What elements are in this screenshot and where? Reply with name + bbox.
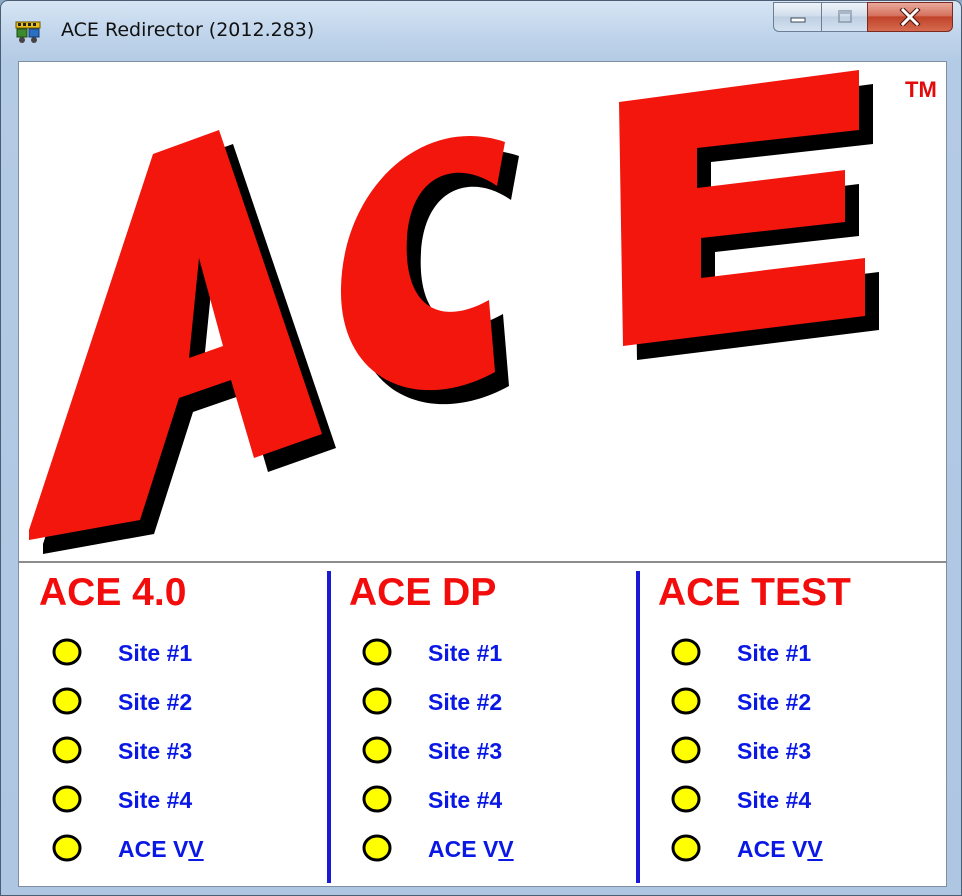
site-columns: ACE 4.0 Site #1 Site #2 Site #3 Site #4	[19, 563, 946, 886]
ace-vv-accelerator: V	[498, 836, 514, 862]
client-area: TM ACE 4.0 Site #1 Site #2 Site #3 Site …	[18, 61, 947, 887]
app-window: ACE Redirector (2012.283) TM ACE 4.0 Sit…	[0, 0, 962, 896]
column-title: ACE 4.0	[39, 571, 187, 614]
status-dot-icon	[671, 834, 701, 862]
ace-vv-link[interactable]: ACE VV	[428, 836, 514, 863]
site-3-link[interactable]: Site #3	[428, 738, 502, 765]
site-4-link[interactable]: Site #4	[428, 787, 502, 814]
site-row: ACE VV	[655, 830, 935, 866]
site-row: Site #1	[36, 634, 316, 670]
site-1-link[interactable]: Site #1	[737, 640, 811, 667]
caption-buttons	[773, 2, 953, 32]
title-bar[interactable]: ACE Redirector (2012.283)	[1, 1, 961, 61]
site-3-link[interactable]: Site #3	[737, 738, 811, 765]
site-row: ACE VV	[346, 830, 626, 866]
site-row: Site #3	[655, 732, 935, 768]
site-row: Site #3	[346, 732, 626, 768]
site-row: Site #1	[655, 634, 935, 670]
minimize-button[interactable]	[773, 2, 821, 32]
status-dot-icon	[671, 785, 701, 813]
site-1-link[interactable]: Site #1	[118, 640, 192, 667]
status-dot-icon	[671, 638, 701, 666]
site-row: Site #4	[655, 781, 935, 817]
column-title: ACE TEST	[658, 571, 851, 614]
ace-vv-accelerator: V	[807, 836, 823, 862]
ace-vv-label: ACE V	[118, 836, 189, 862]
site-row: Site #4	[346, 781, 626, 817]
column-ace-dp: ACE DP Site #1 Site #2 Site #3 Site #4 A…	[346, 563, 646, 886]
app-icon[interactable]	[15, 20, 41, 44]
site-row: Site #3	[36, 732, 316, 768]
site-2-link[interactable]: Site #2	[428, 689, 502, 716]
site-row: ACE VV	[36, 830, 316, 866]
status-dot-icon	[52, 638, 82, 666]
site-row: Site #4	[36, 781, 316, 817]
site-row: Site #2	[346, 683, 626, 719]
status-dot-icon	[362, 736, 392, 764]
site-4-link[interactable]: Site #4	[737, 787, 811, 814]
site-2-link[interactable]: Site #2	[118, 689, 192, 716]
column-separator	[327, 571, 331, 883]
column-separator	[636, 571, 640, 883]
column-ace-test: ACE TEST Site #1 Site #2 Site #3 Site #4	[655, 563, 955, 886]
site-1-link[interactable]: Site #1	[428, 640, 502, 667]
status-dot-icon	[362, 687, 392, 715]
status-dot-icon	[362, 638, 392, 666]
ace-logo: TM	[19, 62, 946, 561]
status-dot-icon	[671, 736, 701, 764]
site-row: Site #2	[36, 683, 316, 719]
status-dot-icon	[52, 736, 82, 764]
ace-vv-link[interactable]: ACE VV	[737, 836, 823, 863]
minimize-icon	[790, 17, 805, 23]
site-3-link[interactable]: Site #3	[118, 738, 192, 765]
ace-vv-label: ACE V	[428, 836, 499, 862]
site-row: Site #2	[655, 683, 935, 719]
ace-vv-link[interactable]: ACE VV	[118, 836, 204, 863]
status-dot-icon	[671, 687, 701, 715]
ace-vv-label: ACE V	[737, 836, 808, 862]
status-dot-icon	[52, 834, 82, 862]
site-2-link[interactable]: Site #2	[737, 689, 811, 716]
window-title: ACE Redirector (2012.283)	[61, 19, 315, 41]
column-ace-4-0: ACE 4.0 Site #1 Site #2 Site #3 Site #4	[36, 563, 336, 886]
site-row: Site #1	[346, 634, 626, 670]
maximize-icon	[837, 10, 852, 23]
trademark-symbol: TM	[905, 77, 937, 102]
maximize-button[interactable]	[821, 2, 867, 32]
close-icon	[899, 8, 921, 26]
window-bottom-border	[18, 887, 947, 895]
status-dot-icon	[362, 834, 392, 862]
ace-logo-graphic	[29, 70, 879, 554]
site-4-link[interactable]: Site #4	[118, 787, 192, 814]
close-button[interactable]	[867, 2, 953, 32]
ace-vv-accelerator: V	[188, 836, 204, 862]
column-title: ACE DP	[349, 571, 497, 614]
status-dot-icon	[52, 785, 82, 813]
status-dot-icon	[52, 687, 82, 715]
status-dot-icon	[362, 785, 392, 813]
